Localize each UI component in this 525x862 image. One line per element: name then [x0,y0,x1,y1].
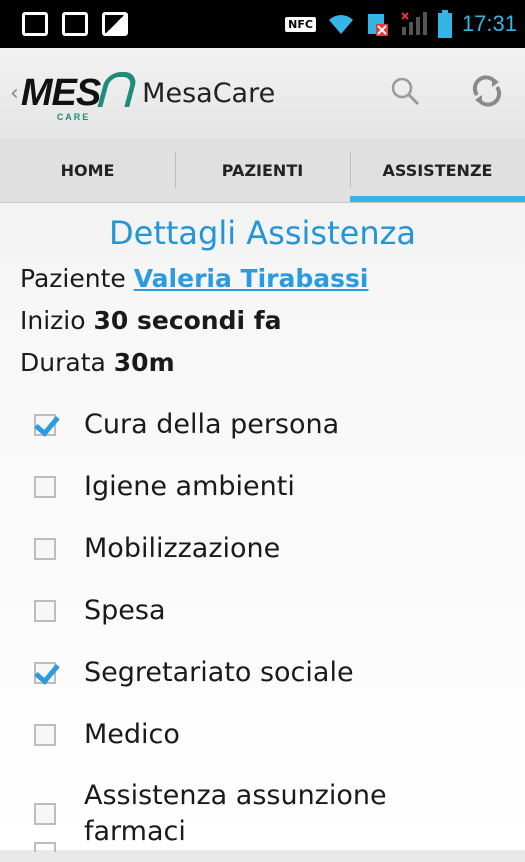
patient-row: Paziente Valeria Tirabassi [20,262,525,296]
activity-list: Cura della persona Igiene ambienti Mobil… [0,394,525,862]
no-sim-icon [366,12,390,36]
notification-icons [0,12,128,36]
clock: 17:31 [461,11,517,36]
list-item[interactable]: Cura della persona [0,394,525,456]
list-item[interactable]: Spesa [0,580,525,642]
list-item[interactable]: Mobilizzazione [0,518,525,580]
checkbox[interactable] [34,803,56,825]
checkbox[interactable] [34,600,56,622]
duration-value: 30m [113,348,175,377]
duration-label: Durata [20,348,106,377]
nfc-icon: NFC [285,16,316,32]
assistance-details: Dettagli Assistenza Paziente Valeria Tir… [0,202,525,862]
patient-name-link[interactable]: Valeria Tirabassi [134,264,369,293]
activity-label: Assistenza assunzione farmaci [84,780,387,847]
checkbox[interactable] [34,538,56,560]
system-icons: NFC 17:31 [285,0,517,48]
wifi-icon [326,12,356,36]
page-title: Dettagli Assistenza [108,214,416,252]
list-item[interactable]: Assistenza assunzione farmaci [0,766,525,862]
download-notification-icon [62,12,88,36]
checkbox[interactable] [34,476,56,498]
action-bar-actions [389,48,505,138]
search-icon[interactable] [389,75,421,111]
logo-arch-icon [97,71,139,107]
activity-label: Medico [84,719,180,750]
activity-label: Segretariato sociale [84,657,354,688]
list-item[interactable]: Medico [0,704,525,766]
list-item[interactable]: Igiene ambienti [0,456,525,518]
checkbox[interactable] [34,724,56,746]
back-chevron-icon[interactable]: ‹ [10,81,19,106]
tab-pazienti[interactable]: PAZIENTI [175,138,350,202]
activity-label: Igiene ambienti [84,471,295,502]
activity-label: Mobilizzazione [84,533,281,564]
activity-label: Cura della persona [84,409,340,440]
tab-home[interactable]: HOME [0,138,175,202]
checkbox[interactable] [34,414,56,436]
app-title: MesaCare [142,77,276,109]
activity-label: Spesa [84,595,166,626]
logo-text: MES [20,71,101,114]
checkbox-partial[interactable] [34,842,56,852]
refresh-icon[interactable] [469,73,505,113]
app-logo[interactable]: MES CARE [20,71,139,122]
message-notification-icon [22,12,48,36]
action-bar: ‹ MES CARE MesaCare [0,48,525,138]
start-label: Inizio [20,306,86,335]
tab-bar: HOME PAZIENTI ASSISTENZE [0,138,525,203]
logo-subtitle: CARE [56,111,91,122]
status-bar: NFC 17:31 [0,0,525,48]
checkbox[interactable] [34,662,56,684]
list-item[interactable]: Segretariato sociale [0,642,525,704]
battery-icon [437,10,452,38]
tab-assistenze[interactable]: ASSISTENZE [350,138,525,202]
start-value: 30 secondi fa [93,306,282,335]
duration-row: Durata 30m [20,346,525,380]
image-notification-icon [102,12,128,36]
patient-label: Paziente [20,264,126,293]
start-row: Inizio 30 secondi fa [20,304,525,338]
signal-icon [400,11,428,37]
